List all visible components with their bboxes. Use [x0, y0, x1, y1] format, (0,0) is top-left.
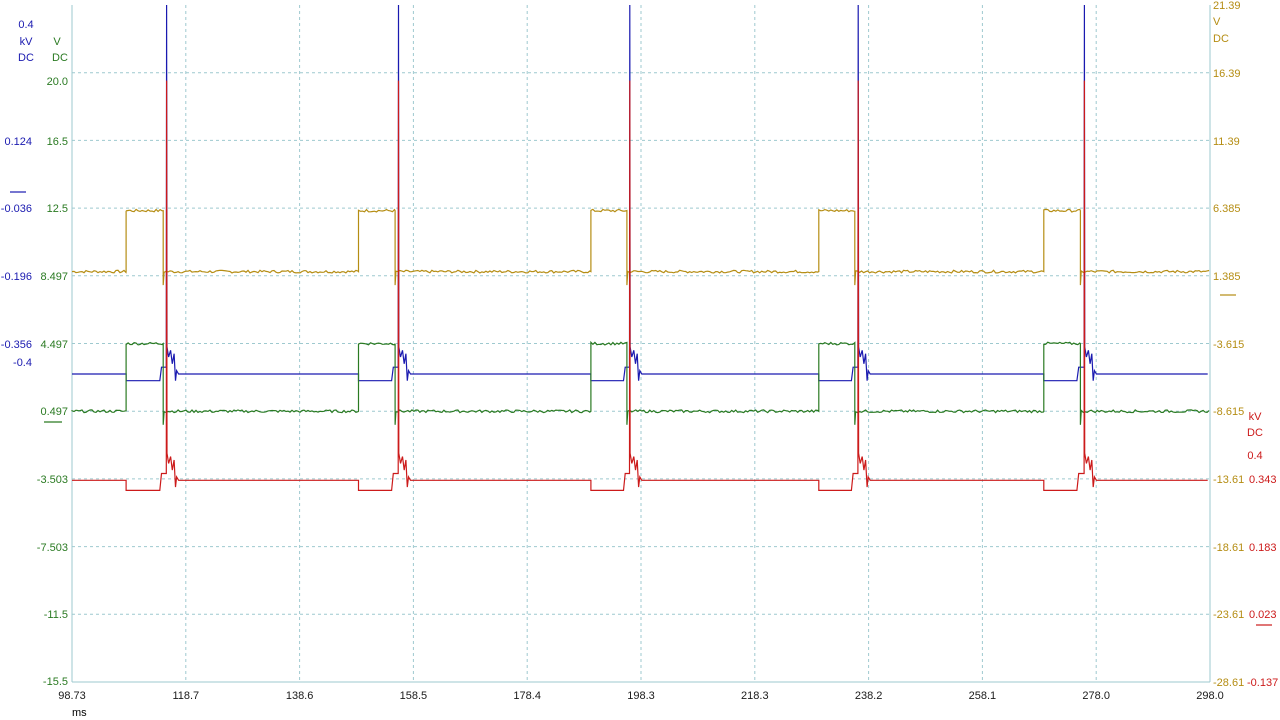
oscilloscope-chart: 98.73 118.7 138.6 158.5 178.4 198.3 218.3 238.2…	[1, 0, 1278, 719]
green-axis-tick: 0.497	[40, 406, 68, 418]
gold-axis-tick: 16.39	[1213, 68, 1241, 80]
x-tick-label: 138.6	[286, 690, 314, 702]
gold-axis-tick: 21.39	[1213, 0, 1241, 12]
gold-axis-tick: -3.615	[1213, 339, 1244, 351]
x-tick-label: 158.5	[400, 690, 428, 702]
blue-axis-tick: -0.036	[1, 203, 32, 215]
series-red-trace	[72, 80, 1208, 491]
x-tick-label: 198.3	[627, 690, 655, 702]
green-axis-tick: -7.503	[37, 542, 68, 554]
red-axis-tick: 0.343	[1249, 474, 1277, 486]
green-axis-tick: 16.5	[47, 136, 68, 148]
green-axis-unit: V	[53, 36, 61, 48]
green-axis-coupling: DC	[52, 52, 68, 64]
blue-axis-coupling: DC	[18, 52, 34, 64]
red-axis-top: 0.4	[1247, 450, 1262, 462]
gold-axis-tick: -18.61	[1213, 542, 1244, 554]
red-axis-tick: 0.023	[1249, 609, 1277, 621]
x-tick-label: 98.73	[58, 690, 86, 702]
x-unit-label: ms	[72, 707, 87, 719]
red-kv-axis: kV DC 0.4 0.343 0.183 0.023 -0.137	[1247, 411, 1278, 689]
gold-axis-tick: 11.39	[1213, 136, 1240, 148]
x-tick-label: 118.7	[172, 690, 199, 702]
gold-axis-tick: 1.385	[1213, 271, 1241, 283]
blue-kv-axis: 0.4 kV DC 0.124 -0.036 -0.196 -0.356 -0.…	[1, 19, 34, 369]
blue-axis-tick: -0.196	[1, 271, 32, 283]
blue-axis-unit: kV	[20, 36, 34, 48]
series-blue-trace	[72, 4, 1208, 382]
green-axis-tick: 8.497	[40, 271, 68, 283]
red-axis-tick: 0.183	[1249, 542, 1277, 554]
green-axis-tick: 12.5	[47, 203, 68, 215]
blue-axis-tick: 0.124	[4, 136, 32, 148]
x-tick-label: 278.0	[1082, 690, 1110, 702]
gold-axis-tick: 6.385	[1213, 203, 1241, 215]
green-axis-tick: 20.0	[47, 76, 68, 88]
gold-axis-tick: -8.615	[1213, 406, 1244, 418]
green-axis-tick: -11.5	[44, 609, 68, 621]
blue-axis-top: 0.4	[18, 19, 33, 31]
gold-axis-tick: -23.61	[1213, 609, 1244, 621]
gold-axis-tick: -13.61	[1213, 474, 1244, 486]
gold-axis-unit: V	[1213, 16, 1221, 28]
red-axis-tick: -0.137	[1247, 677, 1278, 689]
green-axis-tick: -15.5	[43, 676, 68, 688]
x-tick-label: 218.3	[741, 690, 769, 702]
gold-v-axis: 21.39 V DC 16.39 11.39 6.385 1.385 -3.61…	[1213, 0, 1244, 689]
red-axis-unit: kV	[1249, 411, 1263, 423]
x-tick-label: 258.1	[969, 690, 997, 702]
blue-axis-tick: -0.356	[1, 339, 32, 351]
grid	[71, 5, 1211, 683]
x-tick-labels: 98.73 118.7 138.6 158.5 178.4 198.3 218.3 238.2…	[58, 690, 1224, 702]
gold-axis-tick: -28.61	[1213, 677, 1244, 689]
x-tick-label: 238.2	[855, 690, 883, 702]
blue-axis-tick: -0.4	[13, 357, 32, 369]
gold-axis-coupling: DC	[1213, 33, 1229, 45]
x-tick-label: 298.0	[1196, 690, 1224, 702]
red-axis-coupling: DC	[1247, 427, 1263, 439]
green-axis-tick: -3.503	[37, 474, 68, 486]
green-axis-tick: 4.497	[40, 339, 68, 351]
x-tick-label: 178.4	[513, 690, 541, 702]
green-v-axis: V DC 20.0 16.5 12.5 8.497 4.497 0.497 -3…	[37, 36, 68, 688]
